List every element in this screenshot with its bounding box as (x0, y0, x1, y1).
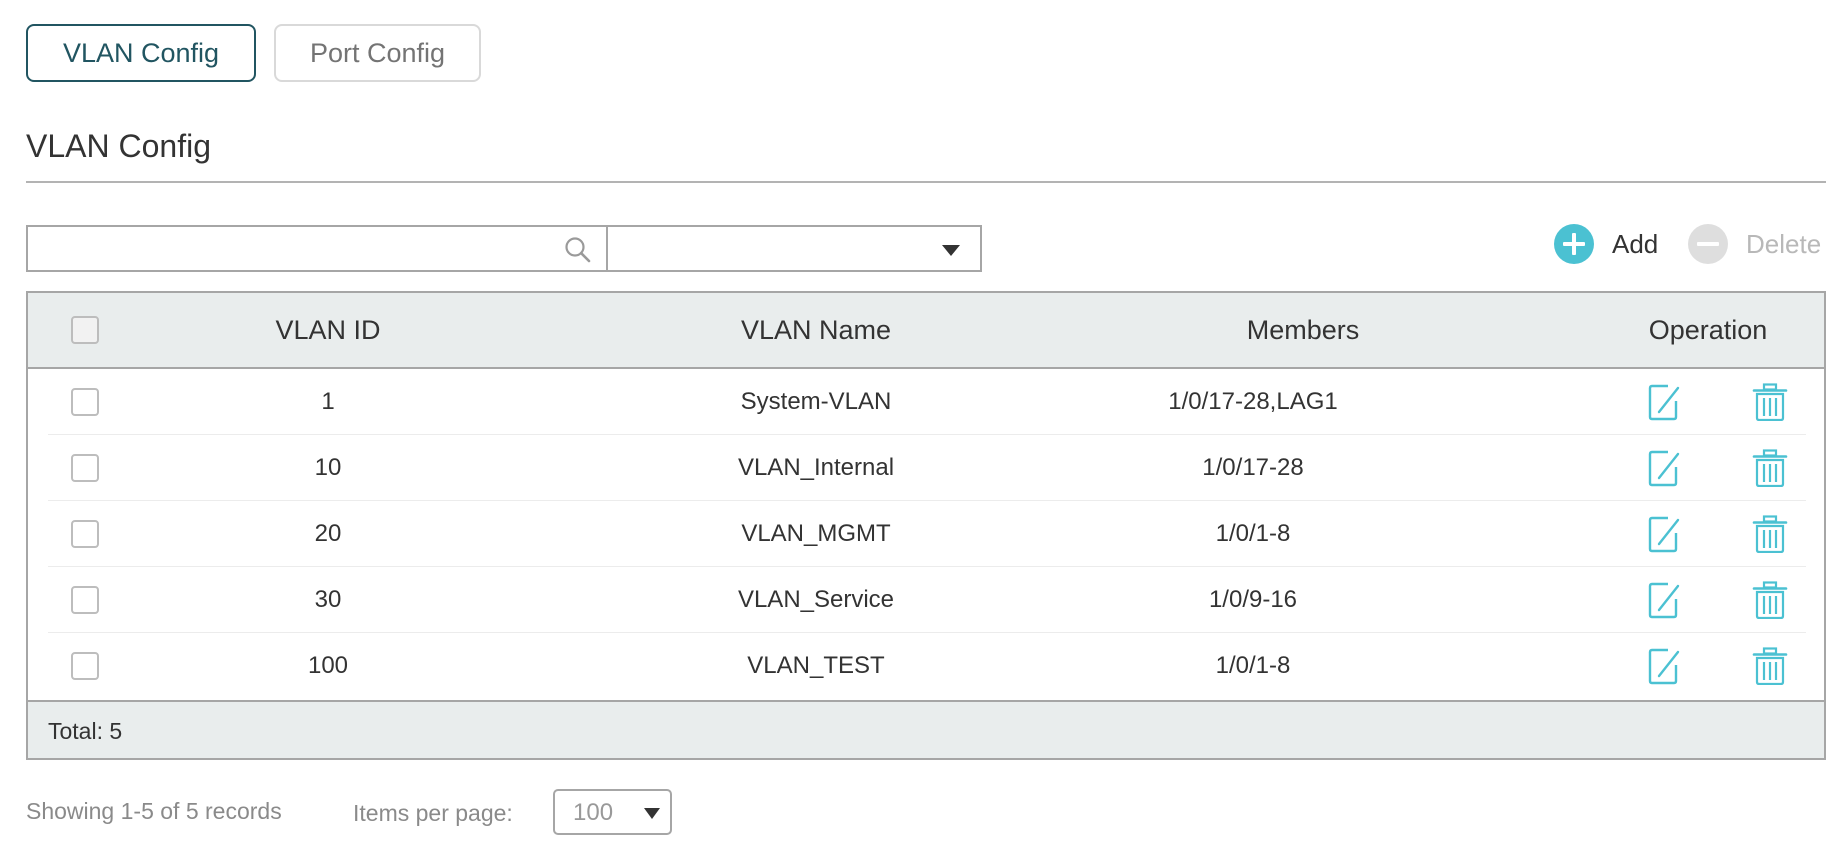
chevron-down-icon (942, 245, 960, 256)
cell-members: 1/0/1-8 (1215, 520, 1291, 547)
column-header-vlan-id[interactable]: VLAN ID (178, 293, 478, 367)
cell-vlan-id: 100 (307, 652, 349, 679)
add-button[interactable]: Add (1554, 224, 1658, 264)
cell-members: 1/0/17-28,LAG1 (1168, 388, 1338, 415)
cell-members: 1/0/17-28 (1202, 454, 1304, 481)
section-divider (26, 181, 1826, 183)
cell-vlan-name: VLAN_Service (737, 586, 895, 613)
add-label: Add (1612, 228, 1659, 259)
chevron-down-icon (644, 808, 660, 819)
per-page-select[interactable]: 100 (553, 789, 672, 835)
trash-icon[interactable] (1752, 383, 1788, 422)
column-header-vlan-name[interactable]: VLAN Name (616, 293, 1016, 367)
row-checkbox[interactable] (71, 454, 99, 482)
table-row: 1 System-VLAN 1/0/17-28,LAG1 (48, 369, 1806, 435)
row-checkbox[interactable] (71, 586, 99, 614)
section-title: VLAN Config (26, 128, 211, 164)
tab-port-config[interactable]: Port Config (274, 24, 481, 82)
column-header-members[interactable]: Members (1153, 293, 1453, 367)
edit-icon[interactable] (1648, 383, 1682, 421)
tab-bar: VLAN Config Port Config (26, 24, 481, 82)
per-page-label: Items per page: (353, 800, 513, 826)
table-row: 20 VLAN_MGMT 1/0/1-8 (48, 501, 1806, 567)
cell-vlan-name: System-VLAN (740, 388, 892, 415)
edit-icon[interactable] (1648, 647, 1682, 685)
row-checkbox[interactable] (71, 652, 99, 680)
cell-vlan-id: 20 (314, 520, 342, 547)
search-box (26, 225, 607, 272)
search-input[interactable] (28, 227, 572, 270)
filter-dropdown[interactable] (606, 225, 982, 272)
cell-vlan-name: VLAN_MGMT (741, 520, 891, 547)
cell-vlan-name: VLAN_Internal (737, 454, 895, 481)
minus-circle-icon (1688, 224, 1728, 264)
trash-icon[interactable] (1752, 449, 1788, 488)
table-row: 100 VLAN_TEST 1/0/1-8 (48, 633, 1806, 699)
delete-button[interactable]: Delete (1688, 224, 1821, 264)
edit-icon[interactable] (1648, 449, 1682, 487)
row-checkbox[interactable] (71, 388, 99, 416)
trash-icon[interactable] (1752, 581, 1788, 620)
cell-vlan-id: 10 (314, 454, 342, 481)
cell-vlan-id: 30 (314, 586, 342, 613)
select-all-checkbox[interactable] (71, 316, 99, 344)
cell-vlan-name: VLAN_TEST (747, 652, 885, 679)
paging-info: Showing 1-5 of 5 records (26, 798, 282, 824)
table-row: 10 VLAN_Internal 1/0/17-28 (48, 435, 1806, 501)
trash-icon[interactable] (1752, 515, 1788, 554)
trash-icon[interactable] (1752, 647, 1788, 686)
column-header-operation: Operation (1648, 314, 1768, 345)
row-checkbox[interactable] (71, 520, 99, 548)
table-header: VLAN ID VLAN Name Members Operation (28, 293, 1824, 369)
cell-members: 1/0/1-8 (1215, 652, 1291, 679)
delete-label: Delete (1746, 228, 1822, 259)
table-footer: Total: 5 (28, 700, 1824, 758)
per-page-value: 100 (573, 799, 614, 826)
cell-vlan-id: 1 (321, 388, 335, 415)
plus-circle-icon (1554, 224, 1594, 264)
edit-icon[interactable] (1648, 515, 1682, 553)
vlan-table: VLAN ID VLAN Name Members Operation 1 Sys… (26, 291, 1826, 760)
tab-vlan-config[interactable]: VLAN Config (26, 24, 256, 82)
total-count: Total: 5 (48, 718, 123, 744)
search-icon[interactable] (564, 236, 592, 264)
edit-icon[interactable] (1648, 581, 1682, 619)
table-row: 30 VLAN_Service 1/0/9-16 (48, 567, 1806, 633)
cell-members: 1/0/9-16 (1208, 586, 1298, 613)
